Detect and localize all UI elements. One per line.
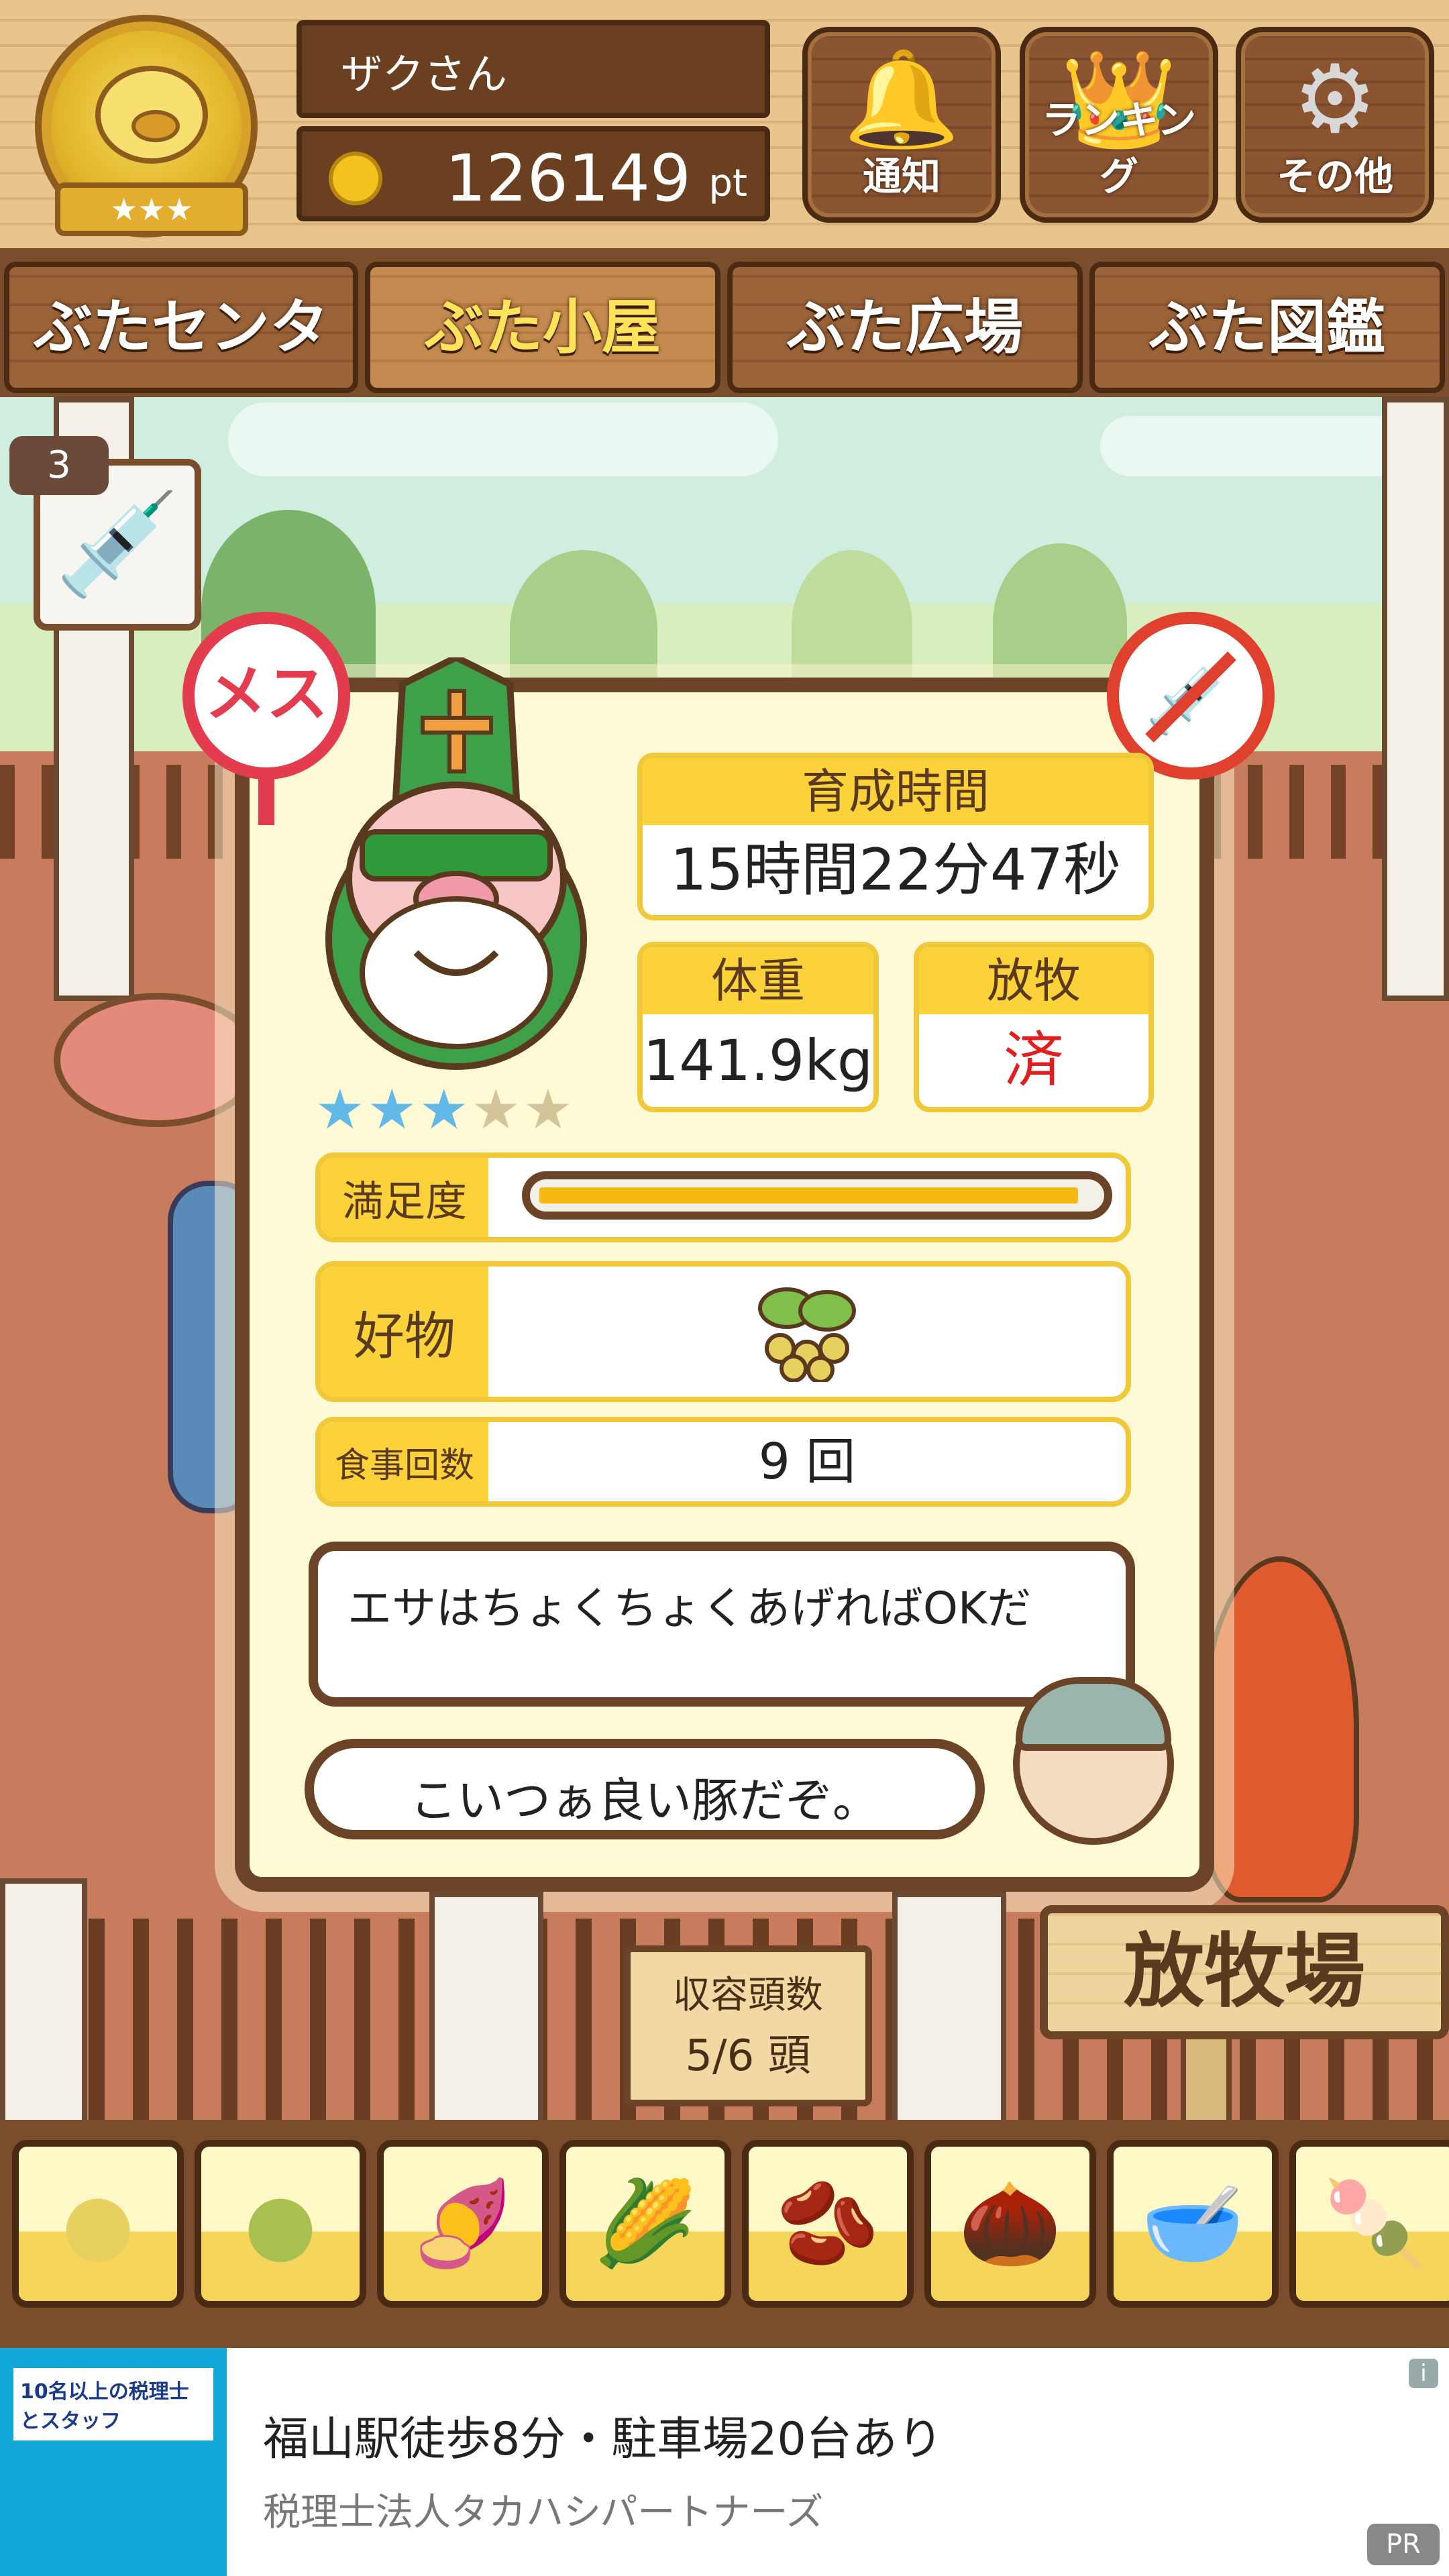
weight-value: 141.9kg (643, 1028, 873, 1093)
hat-cross-horizontal (421, 716, 493, 735)
ad-subtitle: 税理士法人タカハシパートナーズ (263, 2491, 824, 2534)
grazing-panel: 放牧 済 (914, 942, 1154, 1112)
pig-snout (131, 110, 180, 142)
notification-button[interactable]: 🔔 通知 (802, 27, 1001, 223)
tab-buta-center[interactable]: ぶたセンター (4, 262, 358, 482)
meatball-plate-icon: 🍡 (1323, 2175, 1428, 2272)
satisfaction-row: 満足度 (315, 1152, 1131, 1242)
pasture-sign-button[interactable]: 放牧場 (1040, 1905, 1449, 2039)
weight-label: 体重 (643, 947, 873, 1014)
star-filled-icon: ★ (419, 1078, 472, 1142)
fence-pillar (0, 1878, 87, 2133)
grazing-value: 済 (1004, 1025, 1064, 1095)
growth-time-value: 15時間22分47秒 (669, 837, 1122, 904)
syringe-icon: 💉 (54, 486, 180, 603)
ranking-label: ランキング (1041, 97, 1197, 199)
pig-face-icon (95, 66, 208, 164)
food-slot-5[interactable]: 🫘 (742, 2140, 914, 2308)
corn-icon: 🌽 (593, 2175, 698, 2272)
ad-info-icon[interactable]: i (1409, 2359, 1438, 2388)
star-filled-icon: ★ (367, 1078, 420, 1142)
ad-title[interactable]: 福山駅徒歩8分・駐車場20台あり (263, 2402, 943, 2468)
bell-icon: 🔔 (843, 45, 961, 154)
female-symbol-stem (258, 771, 274, 825)
pig-avatar (325, 657, 587, 1070)
rating-stars: ★★★★★ (315, 1080, 576, 1140)
medal-ribbon: ★★★ (55, 182, 248, 236)
edamame-icon: 🫘 (775, 2175, 880, 2272)
ad-thumbnail[interactable]: 10名以上の税理士とスタッフ (0, 2348, 227, 2576)
settings-label: その他 (1276, 154, 1393, 199)
capacity-sign: 収容頭数 5/6 頭 (624, 1945, 872, 2106)
farmer-avatar (1013, 1677, 1174, 1845)
food-slot-8[interactable]: 🍡 (1289, 2140, 1449, 2308)
no-syringe-icon: 💉 (1144, 652, 1237, 739)
star-empty-icon: ★ (471, 1078, 524, 1142)
star-filled-icon: ★ (315, 1078, 368, 1142)
ranking-button[interactable]: 👑 ランキング (1020, 27, 1218, 223)
growth-time-label: 育成時間 (643, 758, 1148, 825)
user-name: ザクさん (297, 20, 770, 118)
sweet-potato-icon: 🍠 (411, 2175, 515, 2272)
satisfaction-label: 満足度 (321, 1158, 488, 1237)
food-slot-3[interactable]: 🍠 (377, 2140, 549, 2308)
tab-buta-hut[interactable]: ぶた小屋 (365, 262, 720, 393)
grain-bowl-icon: 🥣 (1140, 2175, 1245, 2272)
tab-buta-plaza[interactable]: ぶた広場 (727, 262, 1083, 393)
meal-count-label: 食事回数 (321, 1422, 488, 1501)
favorite-food-row: 好物 (315, 1261, 1131, 1402)
grazing-label: 放牧 (919, 947, 1148, 1014)
speech-bubble-1: エサはちょくちょくあげればOKだ (309, 1542, 1135, 1707)
meal-count-value: 9 回 (758, 1433, 856, 1491)
speech-text-1: エサはちょくちょくあげればOKだ (347, 1582, 1032, 1634)
satisfaction-bar-fill (539, 1187, 1078, 1203)
acorn-icon: 🌰 (958, 2175, 1063, 2272)
mixed-beans-icon: ● (244, 2176, 317, 2272)
points-value: 126149 (445, 141, 691, 216)
star-empty-icon: ★ (523, 1078, 576, 1142)
points-display: 126149 pt (297, 126, 770, 221)
food-slot-7[interactable]: 🥣 (1107, 2140, 1279, 2308)
favorite-label: 好物 (321, 1267, 488, 1397)
gear-icon: ⚙ (1293, 45, 1377, 154)
female-badge-label: メス (204, 658, 328, 730)
notification-label: 通知 (862, 154, 941, 199)
soybean-icon (758, 1287, 856, 1382)
points-unit: pt (708, 162, 747, 205)
ad-pr-badge: PR (1367, 2524, 1440, 2565)
speech-bubble-2: こいつぁ良い豚だぞ。 (305, 1739, 985, 1839)
food-slot-6[interactable]: 🌰 (924, 2140, 1096, 2308)
ad-thumb-text: 10名以上の税理士とスタッフ (13, 2368, 213, 2440)
favorite-food-cell (488, 1267, 1126, 1397)
medal-stars: ★★★ (110, 191, 193, 227)
fence-pillar (429, 1892, 543, 2133)
settings-button[interactable]: ⚙ その他 (1236, 27, 1434, 223)
cloud (1100, 416, 1409, 476)
speech-text-2: こいつぁ良い豚だぞ。 (410, 1773, 879, 1828)
soybeans-icon: ● (61, 2176, 135, 2272)
coin-icon (329, 152, 382, 205)
cloud (228, 402, 778, 476)
food-slot-4[interactable]: 🌽 (559, 2140, 731, 2308)
capacity-value: 5/6 頭 (685, 2031, 811, 2081)
fence-pillar (892, 1892, 1006, 2133)
weight-panel: 体重 141.9kg (637, 942, 879, 1112)
syringe-count-badge: 3 (9, 436, 109, 495)
food-slot-2[interactable]: ● (195, 2140, 366, 2308)
tab-buta-encyclopedia[interactable]: ぶた図鑑 (1089, 262, 1445, 393)
growth-time-panel: 育成時間 15時間22分47秒 (637, 753, 1154, 920)
meal-count-row: 食事回数 9 回 (315, 1417, 1131, 1507)
food-slot-1[interactable]: ● (12, 2140, 184, 2308)
gate-pillar-right (1382, 397, 1449, 1001)
satisfaction-bar (522, 1171, 1112, 1220)
capacity-label: 収容頭数 (673, 1974, 823, 2017)
profile-medal[interactable]: ★★★ (35, 15, 258, 237)
